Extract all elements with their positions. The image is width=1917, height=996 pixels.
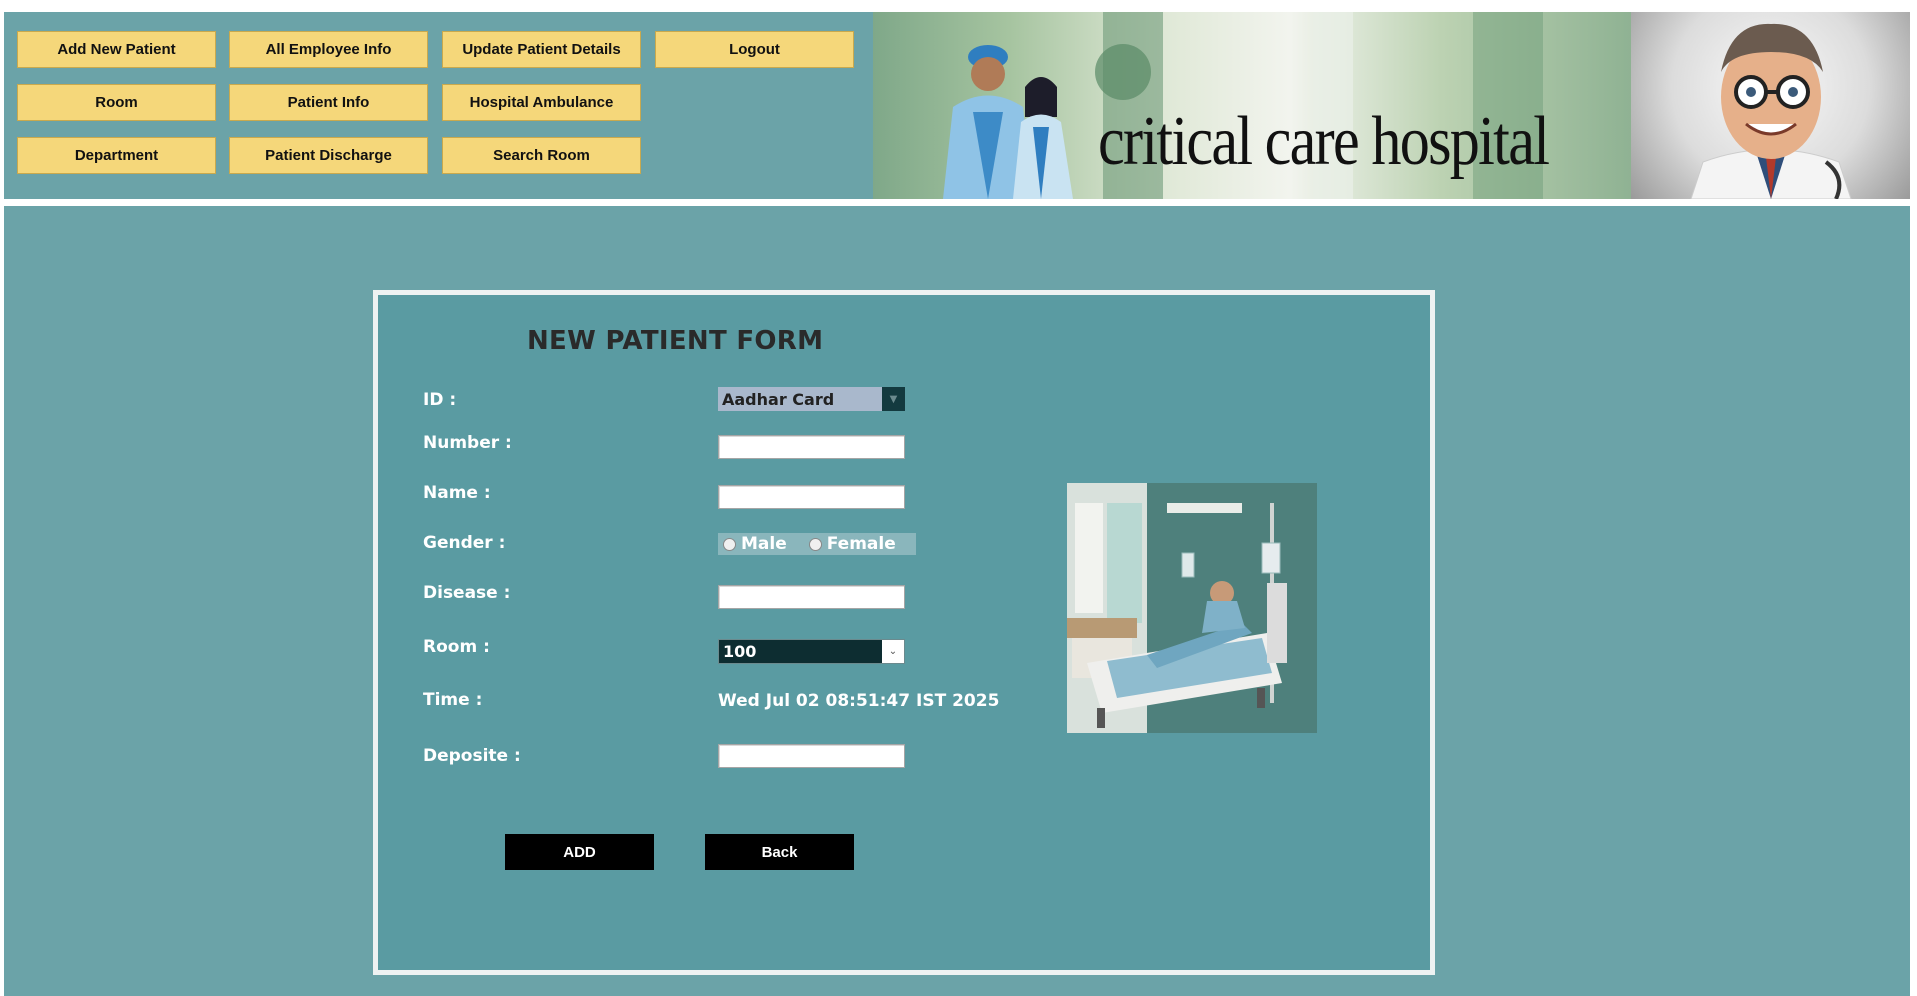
department-button[interactable]: Department	[17, 137, 216, 174]
hospital-banner-image: critical care hospital	[873, 12, 1631, 199]
id-type-value: Aadhar Card	[722, 389, 835, 409]
room-value: 100	[723, 642, 757, 661]
patient-discharge-button[interactable]: Patient Discharge	[229, 137, 428, 174]
name-label: Name :	[423, 483, 491, 503]
doctor-cartoon-icon	[1690, 23, 1852, 199]
id-type-select[interactable]: Aadhar Card ▼	[718, 387, 905, 411]
male-radio-label[interactable]: Male	[741, 534, 787, 554]
time-label: Time :	[423, 690, 483, 710]
male-radio[interactable]	[723, 537, 736, 551]
search-room-button[interactable]: Search Room	[442, 137, 641, 174]
female-radio-label[interactable]: Female	[827, 534, 896, 554]
logout-button[interactable]: Logout	[655, 31, 854, 68]
room-button[interactable]: Room	[17, 84, 216, 121]
all-employee-info-button[interactable]: All Employee Info	[229, 31, 428, 68]
name-input[interactable]	[718, 485, 905, 509]
doctor-avatar-image	[1631, 12, 1910, 199]
update-patient-details-button[interactable]: Update Patient Details	[442, 31, 641, 68]
back-button[interactable]: Back	[705, 834, 854, 870]
time-value: Wed Jul 02 08:51:47 IST 2025	[718, 691, 1000, 711]
chevron-down-icon[interactable]: ⌄	[882, 640, 904, 663]
form-title: NEW PATIENT FORM	[527, 326, 824, 356]
add-button[interactable]: ADD	[505, 834, 654, 870]
hospital-ambulance-button[interactable]: Hospital Ambulance	[442, 84, 641, 121]
room-select[interactable]: 100 ⌄	[718, 639, 905, 664]
patient-bed-image	[1067, 483, 1317, 733]
patient-bed-illustration	[1067, 483, 1317, 733]
id-label: ID :	[423, 390, 457, 410]
number-label: Number :	[423, 433, 512, 453]
female-radio[interactable]	[808, 537, 822, 551]
room-label: Room :	[423, 637, 490, 657]
number-input[interactable]	[718, 435, 905, 459]
gender-radio-group: Male Female	[718, 533, 916, 555]
deposite-input[interactable]	[718, 744, 905, 768]
chevron-down-icon[interactable]: ▼	[882, 387, 905, 411]
deposite-label: Deposite :	[423, 746, 521, 766]
disease-input[interactable]	[718, 585, 905, 609]
add-new-patient-button[interactable]: Add New Patient	[17, 31, 216, 68]
hospital-name-title: critical care hospital	[1098, 103, 1550, 180]
gender-label: Gender :	[423, 533, 506, 553]
patient-info-button[interactable]: Patient Info	[229, 84, 428, 121]
disease-label: Disease :	[423, 583, 511, 603]
